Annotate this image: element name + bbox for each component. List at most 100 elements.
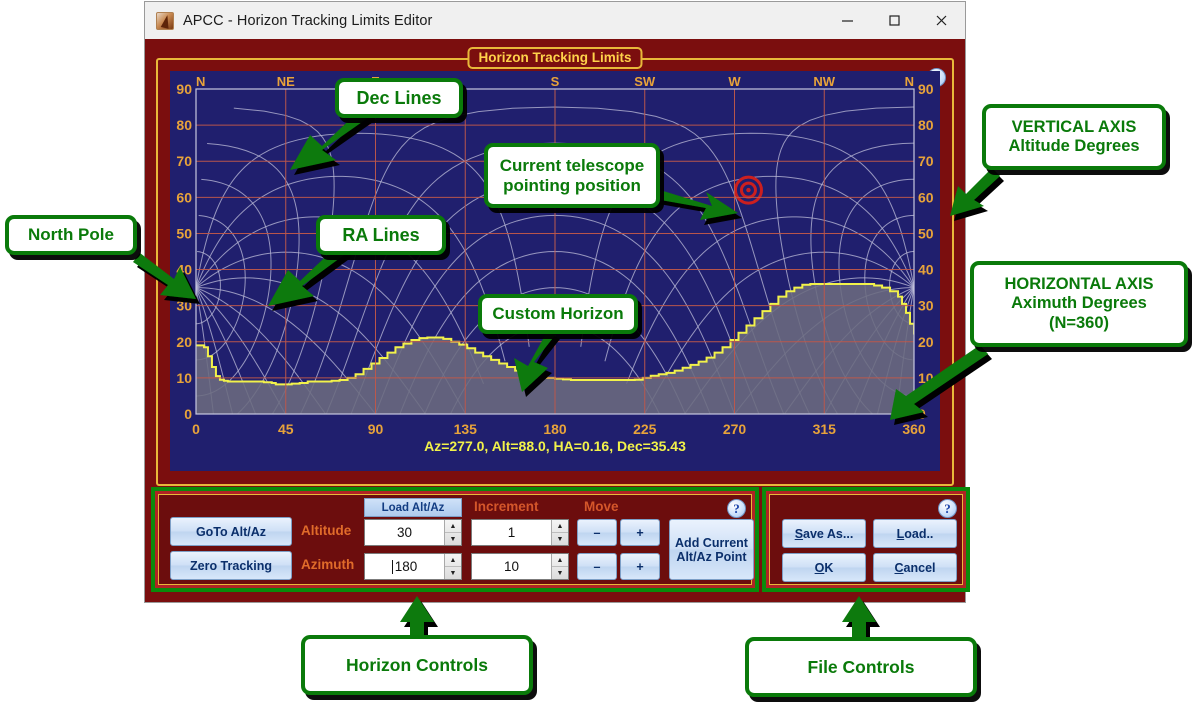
horizon-chart-svg[interactable]: 0 010 1020 2030 3040 4050 5060 6070 7080 8090 900 4… [170,71,940,471]
close-icon[interactable] [918,2,965,39]
ok-rest: K [824,560,834,575]
callout-north-pole-text: North Pole [28,225,114,245]
azimuth-increment-value[interactable]: 10 [472,554,551,579]
svg-text:80: 80 [176,117,192,133]
svg-text:50: 50 [918,225,934,241]
callout-pointing-line2: pointing position [503,175,641,195]
azimuth-move-minus-button[interactable]: – [577,553,617,580]
altitude-increment-arrows[interactable]: ▲ ▼ [551,520,568,545]
svg-text:135: 135 [454,421,478,437]
svg-text:Az=277.0, Alt=88.0, HA=0.16, D: Az=277.0, Alt=88.0, HA=0.16, Dec=35.43 [424,438,686,454]
cancel-button[interactable]: Cancel [873,553,957,582]
file-controls-arrow [842,596,876,642]
altitude-increment-spinner[interactable]: 1 ▲ ▼ [471,519,569,546]
altitude-increment-down-icon[interactable]: ▼ [552,533,568,545]
azimuth-spinner[interactable]: 180 ▲ ▼ [364,553,462,580]
callout-ra-lines: RA Lines [316,215,446,255]
minimize-icon[interactable] [824,2,871,39]
callout-dec-lines-text: Dec Lines [356,87,442,108]
svg-text:40: 40 [918,262,934,278]
svg-text:50: 50 [176,225,192,241]
svg-text:70: 70 [176,153,192,169]
ok-accel: O [814,560,825,575]
azimuth-increment-arrows[interactable]: ▲ ▼ [551,554,568,579]
azimuth-spinner-arrows[interactable]: ▲ ▼ [444,554,461,579]
move-column-label: Move [584,499,619,514]
svg-text:30: 30 [176,298,192,314]
svg-text:10: 10 [176,370,192,386]
callout-dec-lines: Dec Lines [335,78,463,118]
svg-text:90: 90 [176,81,192,97]
azimuth-spin-up-icon[interactable]: ▲ [445,554,461,567]
horizon-controls-arrow [400,596,434,640]
load-altaz-button[interactable]: Load Alt/Az [364,498,462,517]
azimuth-label: Azimuth [301,557,355,572]
ok-button[interactable]: OK [782,553,866,582]
svg-text:70: 70 [918,153,934,169]
svg-text:45: 45 [278,421,294,437]
save-as-button[interactable]: Save As... [782,519,866,548]
callout-north-pole: North Pole [5,215,137,255]
altitude-spinner-arrows[interactable]: ▲ ▼ [444,520,461,545]
svg-text:30: 30 [918,298,934,314]
altitude-move-plus-button[interactable]: + [620,519,660,546]
altitude-spinner[interactable]: 30 ▲ ▼ [364,519,462,546]
svg-text:N: N [905,74,914,89]
callout-file-controls-text: File Controls [807,656,915,677]
callout-vertical-axis-line2: Altitude Degrees [1008,137,1140,155]
add-point-line2: Alt/Az Point [676,549,747,564]
help-icon-file[interactable]: ? [938,499,957,518]
svg-text:90: 90 [918,81,934,97]
save-as-rest: ave As... [803,526,854,541]
azimuth-spin-down-icon[interactable]: ▼ [445,567,461,579]
file-controls-inner: ? Save As... Load.. OK Cancel [769,494,963,585]
horizon-tracking-limits-group: Horizon Tracking Limits ? 00101020203030… [156,47,954,486]
svg-text:80: 80 [918,117,934,133]
callout-horizon-controls-text: Horizon Controls [346,654,488,675]
azimuth-value[interactable]: 180 [365,554,444,579]
svg-text:225: 225 [633,421,657,437]
help-icon-horizon[interactable]: ? [727,499,746,518]
callout-ra-lines-text: RA Lines [342,224,420,245]
azimuth-move-plus-button[interactable]: + [620,553,660,580]
callout-custom-horizon-text: Custom Horizon [492,304,624,324]
altitude-spin-down-icon[interactable]: ▼ [445,533,461,545]
horizon-chart[interactable]: 0 0 10 10 20 20 30 30 40 40 50 50 60 60 70 70 80 80 90 90 0 4… [170,71,940,471]
svg-text:0: 0 [918,406,926,422]
callout-current-pointing: Current telescope pointing position [484,143,660,208]
window-buttons [824,2,965,39]
callout-horizontal-axis-line2: Aximuth Degrees [1011,294,1147,313]
svg-text:40: 40 [176,262,192,278]
svg-text:0: 0 [184,406,192,422]
save-as-accel: S [794,526,804,541]
svg-text:360: 360 [902,421,926,437]
svg-text:NE: NE [277,74,295,89]
svg-text:60: 60 [176,189,192,205]
altitude-spin-up-icon[interactable]: ▲ [445,520,461,533]
altitude-increment-up-icon[interactable]: ▲ [552,520,568,533]
callout-file-controls: File Controls [745,637,977,697]
svg-text:20: 20 [176,334,192,350]
callout-vertical-axis: VERTICAL AXIS Altitude Degrees [982,104,1166,170]
horizon-controls-panel: ? GoTo Alt/Az Zero Tracking Altitude Azi… [151,487,759,592]
callout-horizon-controls: Horizon Controls [301,635,533,695]
altitude-label: Altitude [301,523,352,538]
callout-custom-horizon: Custom Horizon [478,294,638,334]
altitude-move-minus-button[interactable]: – [577,519,617,546]
maximize-icon[interactable] [871,2,918,39]
altitude-increment-value[interactable]: 1 [472,520,551,545]
zero-tracking-button[interactable]: Zero Tracking [170,551,292,580]
svg-text:180: 180 [543,421,567,437]
add-current-altaz-point-button[interactable]: Add Current Alt/Az Point [669,519,754,580]
svg-text:SW: SW [634,74,656,89]
azimuth-increment-down-icon[interactable]: ▼ [552,567,568,579]
goto-altaz-button[interactable]: GoTo Alt/Az [170,517,292,546]
file-controls-panel: ? Save As... Load.. OK Cancel [762,487,970,592]
svg-text:20: 20 [918,334,934,350]
apcc-app-icon [156,11,174,30]
azimuth-increment-up-icon[interactable]: ▲ [552,554,568,567]
altitude-value[interactable]: 30 [365,520,444,545]
azimuth-increment-spinner[interactable]: 10 ▲ ▼ [471,553,569,580]
load-button[interactable]: Load.. [873,519,957,548]
svg-text:315: 315 [813,421,837,437]
